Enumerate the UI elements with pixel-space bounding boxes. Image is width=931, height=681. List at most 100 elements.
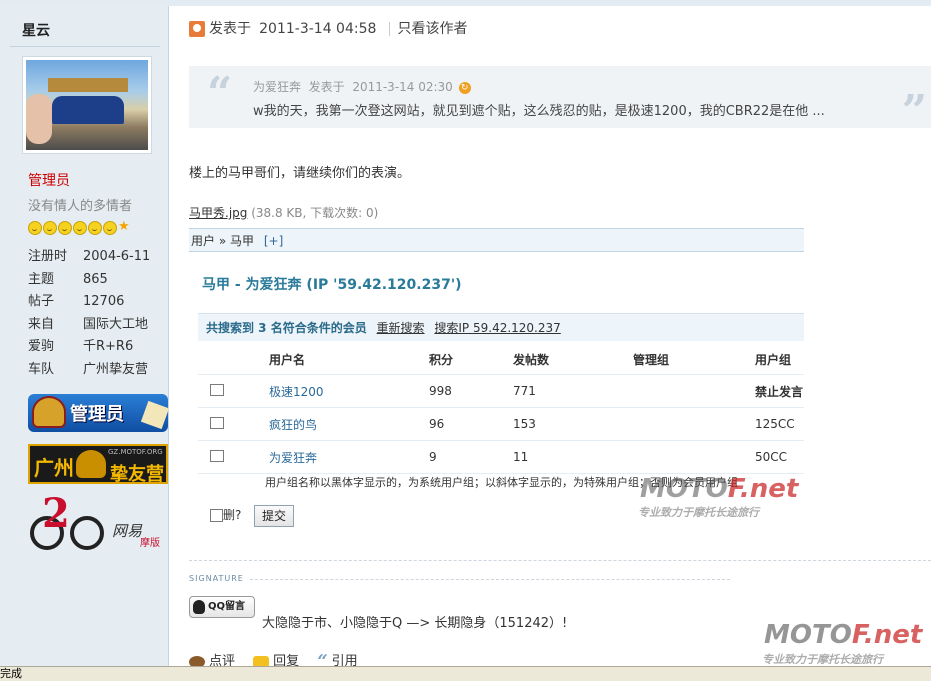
profile-key: 来自 xyxy=(28,316,55,332)
quote-posted-label: 发表于 xyxy=(308,80,345,94)
author-sidebar: 星云 管理员 没有情人的多情者 ★ 注册时 2004-6-11 主题 865 帖子 1… xyxy=(0,6,170,666)
profile-row: 车队 广州挚友营 xyxy=(28,359,150,382)
profile-fields: 注册时 2004-6-11 主题 865 帖子 12706 来自 国际大工地 爱驹 千R+… xyxy=(28,246,150,381)
smiley-icon xyxy=(88,221,102,235)
profile-value: 国际大工地 xyxy=(83,316,149,332)
watermark-domain: F.net xyxy=(727,474,799,504)
row-posts: 153 xyxy=(512,407,632,441)
watermark-brand: MOTO xyxy=(640,474,728,504)
watermark-slogan: 专业致力于摩托长途旅行 xyxy=(638,506,759,519)
only-author-link[interactable]: 只看该作者 xyxy=(398,21,468,37)
quote-author[interactable]: 为爱狂奔 xyxy=(253,80,301,94)
netease-badge-sub: 摩版 xyxy=(140,538,160,549)
row-checkbox[interactable] xyxy=(210,416,224,429)
profile-row: 帖子 12706 xyxy=(28,291,150,314)
profile-row: 来自 国际大工地 xyxy=(28,314,150,337)
delete-checkbox[interactable] xyxy=(210,509,223,522)
row-posts: 11 xyxy=(512,440,632,474)
row-posts: 771 xyxy=(512,374,632,408)
qq-message-button[interactable]: QQ留言 xyxy=(189,596,255,618)
admin-badge-label: 管理员 xyxy=(70,404,124,425)
col-user-group: 用户组 xyxy=(754,344,804,375)
row-points: 9 xyxy=(428,440,512,474)
breadcrumb: 用户 » 马甲 [+] xyxy=(189,228,804,252)
avatar-image xyxy=(26,60,148,150)
star-icon: ★ xyxy=(118,219,130,234)
rider-icon xyxy=(76,450,106,478)
avatar[interactable] xyxy=(22,56,152,154)
netease-badge-number: 2 xyxy=(42,490,70,537)
row-checkbox[interactable] xyxy=(210,383,224,396)
row-admin-group xyxy=(632,407,754,441)
profile-key: 注册时 xyxy=(28,249,68,264)
expand-button[interactable]: [+] xyxy=(264,234,283,248)
rank-stars: ★ xyxy=(28,219,130,235)
netease-badge: 2 网易 摩版 xyxy=(28,490,168,552)
profile-row: 注册时 2004-6-11 xyxy=(28,246,150,269)
row-username[interactable]: 极速1200 xyxy=(268,374,428,408)
profile-key: 主题 xyxy=(28,271,55,287)
status-text: 完成 xyxy=(0,667,22,680)
attachment-link[interactable]: 马甲秀.jpg xyxy=(189,206,247,220)
col-admin-group: 管理组 xyxy=(632,344,754,375)
quote-text: w我的天，我第一次登这网站，就见到遮个贴，这么残忍的贴，是极速1200，我的CB… xyxy=(253,104,825,119)
quote-time: 2011-3-14 02:30 xyxy=(352,80,453,94)
netease-badge-label: 网易 xyxy=(112,522,143,540)
team-badge-name: 挚友营 xyxy=(110,464,164,485)
scroll-icon xyxy=(140,400,170,430)
divider xyxy=(10,46,160,47)
close-quote-icon: ” xyxy=(901,86,927,137)
profile-value: 千R+R6 xyxy=(83,339,134,354)
col-username: 用户名 xyxy=(268,344,428,375)
col-points: 积分 xyxy=(428,344,512,375)
user-group[interactable]: 管理员 xyxy=(28,170,70,190)
row-checkbox[interactable] xyxy=(210,449,224,462)
watermark-brand: MOTO xyxy=(764,620,852,650)
profile-row: 爱驹 千R+R6 xyxy=(28,336,150,359)
posted-label: 发表于 xyxy=(209,21,251,37)
user-title: 没有情人的多情者 xyxy=(28,199,133,214)
research-link[interactable]: 重新搜索 xyxy=(377,321,425,335)
row-user-group: 禁止发言 xyxy=(754,374,804,408)
smiley-icon xyxy=(28,221,42,235)
delete-label: 删? xyxy=(223,508,242,522)
submit-button[interactable]: 提交 xyxy=(254,505,294,527)
watermark-logo: MOTOF.net xyxy=(640,474,798,504)
watermark-logo: MOTOF.net xyxy=(764,620,922,650)
breadcrumb-users[interactable]: 用户 xyxy=(191,234,215,248)
signature-text: 大隐隐于市、小隐隐于Q —> 长期隐身（151242）! xyxy=(262,616,568,631)
admin-badge: 管理员 xyxy=(28,394,170,432)
delete-option: 删? xyxy=(210,506,241,523)
breadcrumb-sockpuppet[interactable]: 马甲 xyxy=(230,234,254,248)
profile-value: 2004-6-11 xyxy=(83,249,151,264)
quote-block: “ 为爱狂奔 发表于 2011-3-14 02:30 ↻ w我的天，我第一次登这… xyxy=(189,66,931,137)
goto-post-icon[interactable]: ↻ xyxy=(458,81,471,94)
profile-value: 865 xyxy=(83,271,108,287)
smiley-icon xyxy=(73,221,87,235)
online-status-icon xyxy=(189,21,205,37)
team-badge-url: GZ.MOTOF.ORG xyxy=(108,448,163,456)
attachment: 马甲秀.jpg (38.8 KB, 下载次数: 0) xyxy=(189,204,378,221)
row-admin-group xyxy=(632,440,754,474)
smiley-icon xyxy=(103,221,117,235)
author-name[interactable]: 星云 xyxy=(22,20,50,40)
profile-key: 车队 xyxy=(28,361,55,377)
wheel-icon xyxy=(70,516,104,550)
row-username[interactable]: 疯狂的鸟 xyxy=(268,407,428,441)
status-bar: 完成 xyxy=(0,666,931,681)
row-username[interactable]: 为爱狂奔 xyxy=(268,440,428,474)
quote-meta: 为爱狂奔 发表于 2011-3-14 02:30 ↻ xyxy=(253,78,471,95)
signature-label: SIGNATURE xyxy=(189,574,244,583)
row-user-group: 125CC xyxy=(754,407,804,441)
row-points: 96 xyxy=(428,407,512,441)
team-badge: 广州 GZ.MOTOF.ORG 挚友营 xyxy=(28,444,168,485)
member-table: 用户名 积分 发帖数 管理组 用户组 极速1200 998 771 禁止发言 疯… xyxy=(198,344,804,474)
signature-divider xyxy=(250,579,730,580)
search-ip-link[interactable]: 搜索IP 59.42.120.237 xyxy=(434,321,560,335)
profile-row: 主题 865 xyxy=(28,269,150,292)
col-posts: 发帖数 xyxy=(512,344,632,375)
post-message: 楼上的马甲哥们，请继续你们的表演。 xyxy=(189,166,411,181)
table-row: 为爱狂奔 9 11 50CC xyxy=(198,440,804,474)
row-user-group: 50CC xyxy=(754,440,804,474)
profile-value: 12706 xyxy=(83,294,125,309)
